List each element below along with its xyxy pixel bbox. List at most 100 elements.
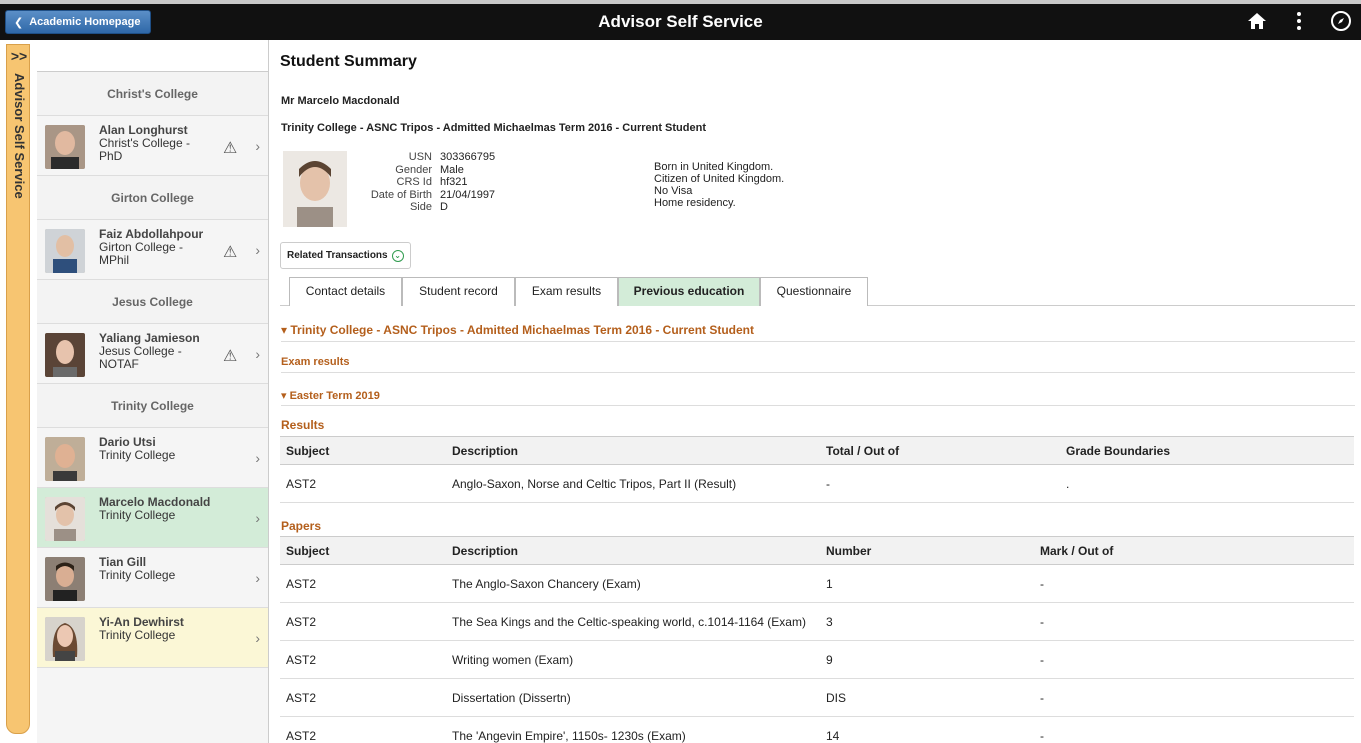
bio-row: Gender Male xyxy=(360,164,495,177)
table-header-row: Subject Description Number Mark / Out of xyxy=(280,536,1354,565)
tab-student-record[interactable]: Student record xyxy=(402,277,515,306)
program-section-header[interactable]: ▾ Trinity College - ASNC Tripos - Admitt… xyxy=(281,323,754,337)
bio-label: USN xyxy=(408,151,432,163)
residency: Home residency. xyxy=(654,197,736,209)
chevron-left-icon: ❮ xyxy=(14,16,24,29)
student-list: Christ's College Alan Longhurst Christ's… xyxy=(37,40,269,743)
student-item[interactable]: Tian Gill Trinity College › xyxy=(37,548,268,608)
warning-icon: ⚠ xyxy=(223,140,238,157)
student-detail: Girton College - MPhil xyxy=(99,240,184,267)
navigation-compass-icon[interactable] xyxy=(1329,8,1353,34)
student-detail: Trinity College xyxy=(99,568,176,582)
student-detail: Trinity College xyxy=(99,448,176,462)
bio-row: Date of Birth 21/04/1997 xyxy=(360,189,495,202)
student-avatar xyxy=(45,437,85,481)
subject-cell: AST2 xyxy=(280,602,446,641)
college-header: Jesus College xyxy=(37,280,268,324)
top-bar: ❮ Academic Homepage Advisor Self Service xyxy=(0,0,1361,40)
grade-boundaries-cell: . xyxy=(1040,464,1354,503)
student-avatar xyxy=(45,557,85,601)
table-row: AST2 Dissertation (Dissertn) DIS - xyxy=(280,678,1354,717)
column-header: Total / Out of xyxy=(820,436,1040,465)
student-item[interactable]: Dario Utsi Trinity College › xyxy=(37,428,268,488)
residency-info: Born in United Kingdom. Citizen of Unite… xyxy=(654,161,784,209)
student-item[interactable]: Alan Longhurst Christ's College - PhD ⚠ … xyxy=(37,116,268,176)
bio-value: hf321 xyxy=(440,176,468,188)
description-cell: The Anglo-Saxon Chancery (Exam) xyxy=(446,564,820,603)
table-row: AST2 Writing women (Exam) 9 - xyxy=(280,640,1354,679)
subject-cell: AST2 xyxy=(280,564,446,603)
list-header xyxy=(37,40,268,72)
bio-label: Gender xyxy=(395,163,432,176)
student-avatar xyxy=(45,333,85,377)
program-section-title: Trinity College - ASNC Tripos - Admitted… xyxy=(290,323,755,337)
bio-value: 303366795 xyxy=(440,151,496,163)
student-name: Marcelo Macdonald xyxy=(99,495,211,509)
related-transactions-label: Related Transactions xyxy=(287,250,388,261)
academic-homepage-button[interactable]: ❮ Academic Homepage xyxy=(5,10,152,34)
chevron-right-icon: › xyxy=(255,570,260,586)
mark-cell: - xyxy=(1034,602,1354,641)
term-title: Easter Term 2019 xyxy=(289,390,380,402)
mark-cell: - xyxy=(1034,640,1354,679)
college-header: Trinity College xyxy=(37,384,268,428)
column-header: Description xyxy=(446,536,820,565)
tab-bar: Contact details Student record Exam resu… xyxy=(280,277,1355,306)
bio-label: CRS Id xyxy=(396,176,432,188)
chevron-down-circle-icon: ⌄ xyxy=(391,249,404,262)
expand-chevron-icon[interactable]: >> xyxy=(7,48,31,64)
bio-row: Side D xyxy=(360,201,495,214)
tab-previous-education[interactable]: Previous education xyxy=(618,277,760,306)
student-photo xyxy=(283,151,347,227)
collapse-triangle-icon: ▾ xyxy=(281,390,287,402)
advisor-side-panel: >> Advisor Self Service xyxy=(0,40,37,743)
app-title: Advisor Self Service xyxy=(598,12,763,31)
subject-cell: AST2 xyxy=(280,716,446,743)
total-cell: - xyxy=(820,464,1040,503)
warning-icon: ⚠ xyxy=(223,244,238,261)
college-header: Girton College xyxy=(37,176,268,220)
student-full-name: Mr Marcelo Macdonald xyxy=(281,95,400,107)
column-header: Grade Boundaries xyxy=(1040,436,1354,465)
student-item[interactable]: Yi-An Dewhirst Trinity College › xyxy=(37,608,268,668)
column-header: Number xyxy=(820,536,1034,565)
description-cell: Anglo-Saxon, Norse and Celtic Tripos, Pa… xyxy=(446,464,820,503)
student-name: Faiz Abdollahpour xyxy=(99,227,204,241)
student-item[interactable]: Faiz Abdollahpour Girton College - MPhil… xyxy=(37,220,268,280)
birth-country: Born in United Kingdom. xyxy=(654,161,774,173)
divider xyxy=(281,341,1355,342)
papers-heading: Papers xyxy=(281,519,322,533)
student-item-selected[interactable]: Marcelo Macdonald Trinity College › xyxy=(37,488,268,548)
tab-exam-results[interactable]: Exam results xyxy=(515,277,618,306)
student-name: Yaliang Jamieson xyxy=(99,331,200,345)
table-row: AST2 The Anglo-Saxon Chancery (Exam) 1 - xyxy=(280,564,1354,603)
chevron-right-icon: › xyxy=(255,630,260,646)
related-transactions-button[interactable]: Related Transactions ⌄ xyxy=(280,242,411,269)
student-bio: USN 303366795 Gender Male CRS Id hf321 Date… xyxy=(360,151,495,214)
page-title: Student Summary xyxy=(280,53,417,70)
column-header: Subject xyxy=(280,536,446,565)
bio-value: 21/04/1997 xyxy=(440,188,496,201)
papers-table: Subject Description Number Mark / Out of… xyxy=(280,536,1354,743)
bio-row: CRS Id hf321 xyxy=(360,176,495,189)
chevron-right-icon: › xyxy=(255,138,260,154)
subject-cell: AST2 xyxy=(280,464,446,503)
chevron-right-icon: › xyxy=(255,450,260,466)
bio-row: USN 303366795 xyxy=(360,151,495,164)
tab-questionnaire[interactable]: Questionnaire xyxy=(760,277,868,306)
home-icon[interactable] xyxy=(1245,8,1269,34)
mark-cell: - xyxy=(1034,678,1354,717)
term-section-header[interactable]: ▾ Easter Term 2019 xyxy=(281,389,380,402)
tab-contact-details[interactable]: Contact details xyxy=(289,277,402,306)
table-row: AST2 The 'Angevin Empire', 1150s- 1230s … xyxy=(280,716,1354,743)
student-avatar xyxy=(45,229,85,273)
warning-icon: ⚠ xyxy=(223,348,238,365)
advisor-self-service-tab[interactable]: >> Advisor Self Service xyxy=(6,44,30,734)
number-cell: 3 xyxy=(820,602,1034,641)
kebab-menu-icon[interactable] xyxy=(1287,8,1311,34)
student-item[interactable]: Yaliang Jamieson Jesus College - NOTAF ⚠… xyxy=(37,324,268,384)
mark-cell: - xyxy=(1034,564,1354,603)
divider xyxy=(281,405,1355,406)
number-cell: 9 xyxy=(820,640,1034,679)
citizenship: Citizen of United Kingdom. xyxy=(654,173,785,185)
